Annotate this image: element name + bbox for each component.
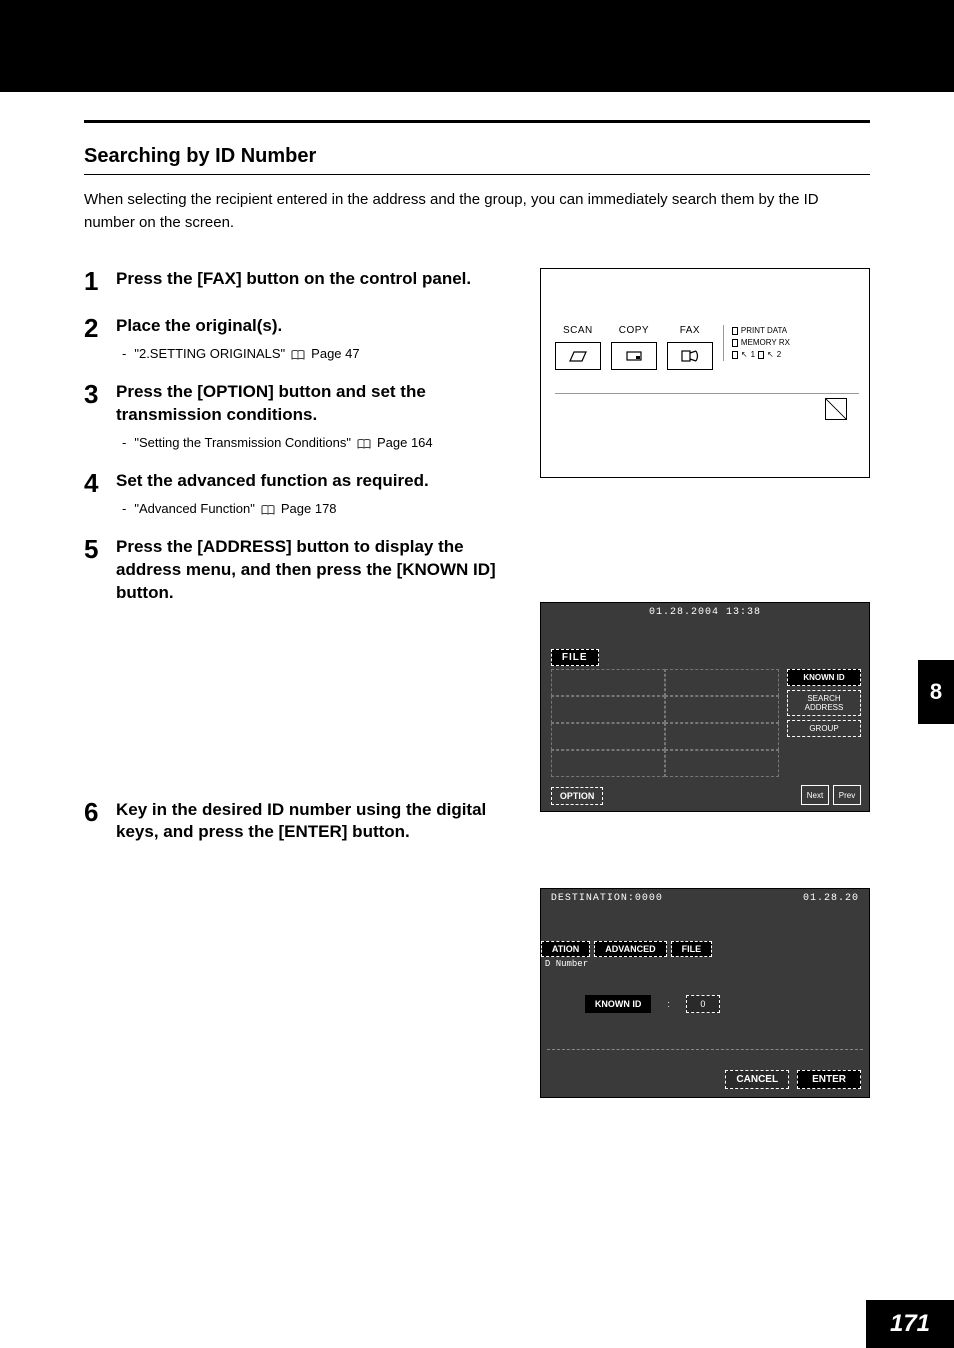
group-button[interactable]: GROUP [787,720,861,737]
step-4: 4 Set the advanced function as required.… [84,470,518,520]
page-number: 171 [866,1300,954,1348]
chapter-tab: 8 [918,660,954,724]
header-black-bar [0,0,954,92]
step-number: 5 [84,536,106,613]
step-number: 6 [84,799,106,853]
phone-icon: ↖ [741,349,748,361]
panel-label-fax: FAX [680,325,700,336]
option-button[interactable]: OPTION [551,787,604,805]
tab-advanced[interactable]: ADVANCED [594,941,666,957]
tab-file[interactable]: FILE [671,941,713,957]
ref-text: "Setting the Transmission Conditions" [134,435,351,450]
fax-button[interactable] [667,342,713,370]
dash: - [122,435,126,450]
ref-text: "Advanced Function" [134,501,255,516]
steps-column: 1 Press the [FAX] button on the control … [84,268,518,1098]
known-id-label: KNOWN ID [585,995,652,1013]
section-title: Searching by ID Number [84,145,870,175]
book-icon [357,437,371,447]
step-5: 5 Press the [ADDRESS] button to display … [84,536,518,613]
destination-label: DESTINATION:0000 [551,893,663,904]
dash: - [122,501,126,516]
step-title: Press the [OPTION] button and set the tr… [116,381,518,427]
file-tab[interactable]: FILE [551,649,599,666]
figure-address-screen: 01.28.2004 13:38 FILE KNOWN ID SEARCH AD… [540,602,870,812]
step-title: Place the original(s). [116,315,518,338]
next-button[interactable]: Next [801,785,829,805]
search-address-button[interactable]: SEARCH ADDRESS [787,690,861,716]
step-title: Press the [FAX] button on the control pa… [116,268,518,291]
ref-page: Page 164 [377,435,433,450]
step-1: 1 Press the [FAX] button on the control … [84,268,518,299]
id-value[interactable]: 0 [686,995,720,1013]
panel-status-leds: PRINT DATA MEMORY RX ↖1 ↖2 [723,325,790,361]
phone-icon: ↖ [767,349,774,361]
figures-column: SCAN COPY FAX [540,268,870,1098]
status-memory: MEMORY RX [741,337,790,349]
step-number: 4 [84,470,106,520]
step-number: 1 [84,268,106,299]
step-number: 2 [84,315,106,365]
diag-indicator [825,398,847,420]
step-6: 6 Key in the desired ID number using the… [84,799,518,853]
scan-button[interactable] [555,342,601,370]
step-title: Set the advanced function as required. [116,470,518,493]
ref-text: "2.SETTING ORIGINALS" [134,346,285,361]
ref-page: Page 178 [281,501,337,516]
page-content: Searching by ID Number When selecting th… [0,92,954,1098]
step-title: Key in the desired ID number using the d… [116,799,518,845]
figure-enter-id-screen: DESTINATION:0000 01.28.20 ATION ADVANCED… [540,888,870,1098]
ref-page: Page 47 [311,346,359,361]
id-number-label: D Number [545,959,588,969]
screen-datetime: 01.28.2004 13:38 [547,607,863,618]
figure-control-panel: SCAN COPY FAX [540,268,870,478]
copy-button[interactable] [611,342,657,370]
panel-label-scan: SCAN [563,325,593,336]
tab-ation[interactable]: ATION [541,941,590,957]
date-label: 01.28.20 [803,893,859,904]
step-number: 3 [84,381,106,454]
status-print: PRINT DATA [741,325,787,337]
book-icon [261,503,275,513]
hr-thick [84,120,870,123]
intro-text: When selecting the recipient entered in … [84,189,870,234]
separator: : [667,999,670,1009]
address-grid [551,669,779,777]
cancel-button[interactable]: CANCEL [725,1070,789,1089]
dash: - [122,346,126,361]
prev-button[interactable]: Prev [833,785,861,805]
step-3: 3 Press the [OPTION] button and set the … [84,381,518,454]
enter-button[interactable]: ENTER [797,1070,861,1089]
known-id-button[interactable]: KNOWN ID [787,669,861,686]
book-icon [291,348,305,358]
step-title: Press the [ADDRESS] button to display th… [116,536,518,605]
panel-label-copy: COPY [619,325,649,336]
step-2: 2 Place the original(s). - "2.SETTING OR… [84,315,518,365]
